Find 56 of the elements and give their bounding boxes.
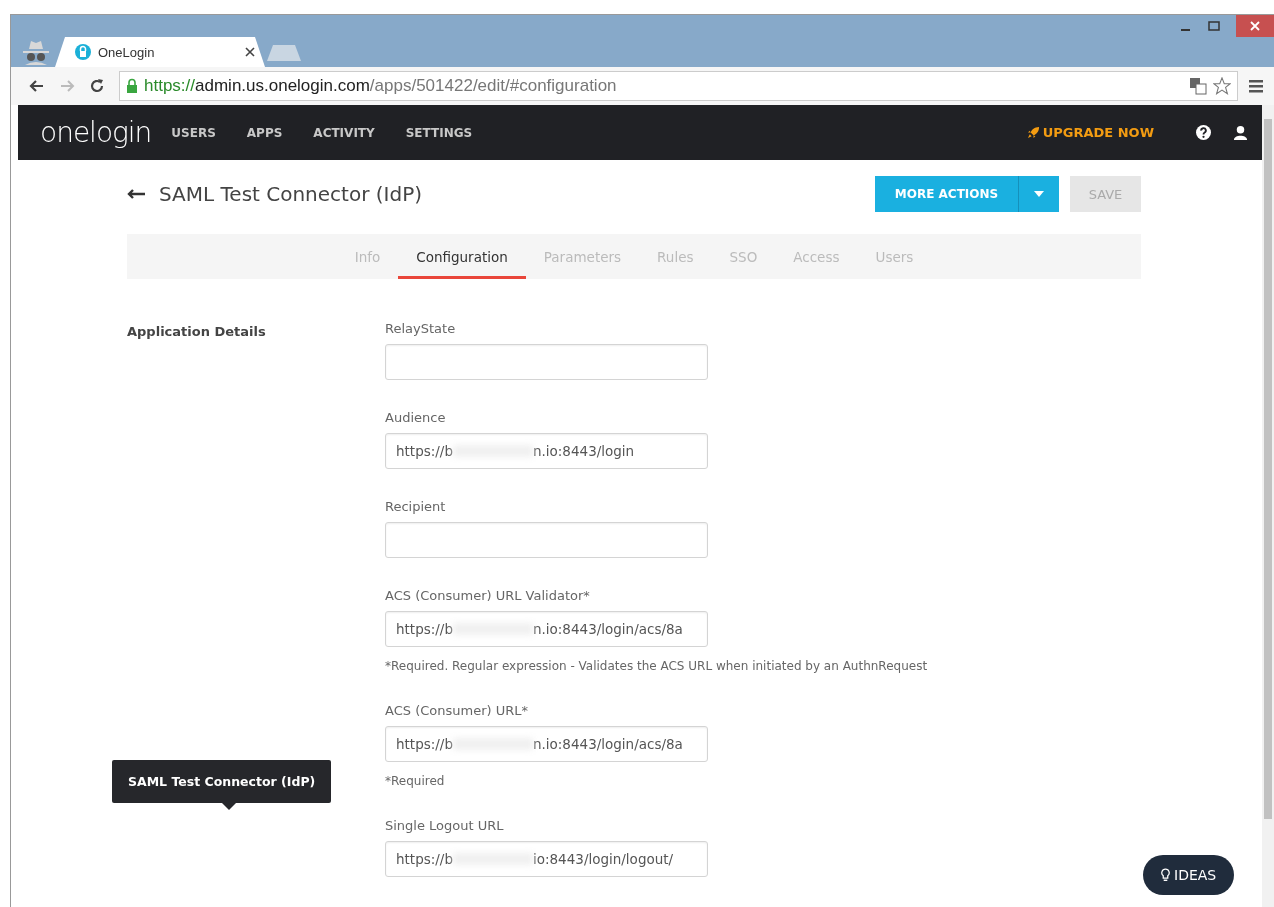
field-value: io:8443/login/logout/ [532, 851, 674, 867]
tab-title: OneLogin [98, 44, 156, 60]
nav-link[interactable]: SETTINGS [405, 125, 473, 140]
onelogin-logo[interactable]: onelogin [40, 116, 152, 149]
help-icon[interactable] [1196, 125, 1211, 140]
section-title: Application Details [127, 324, 266, 339]
help-text: *Required [385, 774, 446, 788]
field-value: n.io:8443/login/acs/8a [532, 736, 683, 752]
field-label: ACS (Consumer) URL* [385, 703, 529, 718]
tooltip: SAML Test Connector (IdP) [112, 760, 332, 803]
back-arrow-icon[interactable] [29, 78, 45, 94]
field-label: ACS (Consumer) URL Validator* [385, 588, 591, 603]
field-value: https://b [396, 443, 453, 459]
nav-link[interactable]: ACTIVITY [313, 125, 375, 140]
input-field[interactable]: https://b n.io:8443/login/acs/8a [385, 611, 708, 647]
input-field[interactable]: https://b n.io:8443/login/acs/8a [385, 726, 708, 762]
tab[interactable]: Configuration [398, 234, 526, 279]
field-label: Audience [385, 410, 447, 425]
incognito-icon [21, 39, 51, 65]
input-field[interactable]: https://b io:8443/login/logout/ [385, 841, 708, 877]
field-value: n.io:8443/login [532, 443, 635, 459]
app-title: SAML Test Connector (IdP) [159, 182, 423, 206]
nav-link[interactable]: USERS [171, 125, 216, 140]
close-button[interactable] [1236, 15, 1274, 37]
padlock-icon [126, 78, 138, 94]
star-icon[interactable] [1213, 77, 1231, 95]
back-arrow-icon[interactable] [127, 189, 145, 199]
translate-icon[interactable] [1189, 77, 1207, 95]
menu-icon[interactable] [1248, 78, 1264, 94]
user-icon[interactable] [1233, 125, 1248, 140]
tooltip-pointer [222, 803, 236, 810]
field-value: https://b [396, 736, 453, 752]
lock-icon [75, 44, 91, 60]
close-icon[interactable] [245, 47, 255, 57]
upgrade-link[interactable]: UPGRADE NOW [1042, 125, 1154, 140]
close-icon [1250, 21, 1260, 31]
input-field[interactable]: https://b n.io:8443/login [385, 433, 708, 469]
nav-link[interactable]: APPS [246, 125, 283, 140]
caret-icon [1034, 191, 1044, 197]
address-bar[interactable]: https://admin.us.onelogin.com/apps/501422/edit/#configuration [119, 71, 1238, 101]
url-text: https://admin.us.onelogin.com/apps/501422/edit/#configuration [144, 76, 618, 96]
field-label: Single Logout URL [385, 818, 505, 833]
maximize-icon[interactable] [1208, 20, 1220, 32]
browser-tab[interactable]: OneLogin [55, 37, 265, 67]
field-value: n.io:8443/login/acs/8a [532, 621, 683, 637]
field-label: Recipient [385, 499, 447, 514]
field-value: https://b [396, 851, 453, 867]
rocket-icon [1026, 126, 1040, 139]
field-label: RelayState [385, 321, 457, 336]
reload-icon[interactable] [89, 78, 105, 94]
input-field[interactable] [385, 344, 708, 380]
field-value: https://b [396, 621, 453, 637]
help-text: *Required. Regular expression - Validates the ACS URL when initiated by an AuthnRequest [385, 659, 929, 673]
lightbulb-icon [1161, 867, 1170, 883]
ideas-button[interactable]: IDEAS [1143, 855, 1235, 895]
input-field[interactable] [385, 522, 708, 558]
